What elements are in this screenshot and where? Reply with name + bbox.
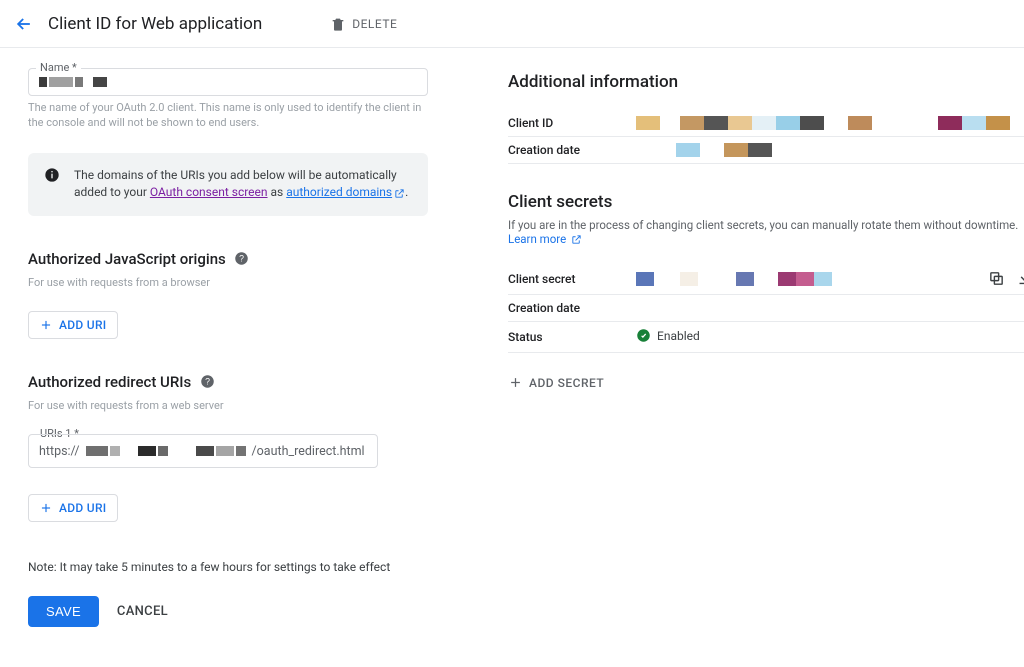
- settings-delay-note: Note: It may take 5 minutes to a few hou…: [28, 560, 428, 574]
- name-field-wrap: Name *: [28, 68, 428, 96]
- redacted-client-secret: [636, 272, 988, 286]
- secrets-desc-text: If you are in the process of changing cl…: [508, 218, 1018, 232]
- js-origins-heading: Authorized JavaScript origins: [28, 250, 226, 268]
- client-secret-row: Client secret: [508, 264, 1024, 295]
- uri1-prefix: https://: [39, 444, 80, 459]
- svg-text:?: ?: [239, 254, 244, 264]
- help-icon[interactable]: ?: [199, 374, 215, 390]
- redirect-uris-heading: Authorized redirect URIs: [28, 373, 191, 391]
- info-icon: [44, 167, 60, 202]
- svg-text:?: ?: [205, 377, 210, 387]
- add-js-uri-label: ADD URI: [59, 318, 107, 332]
- uri1-input[interactable]: https:// /oauth_redirect.html: [28, 434, 378, 468]
- delete-label: DELETE: [352, 17, 397, 31]
- save-button[interactable]: SAVE: [28, 596, 99, 627]
- client-secret-label: Client secret: [508, 272, 636, 286]
- redacted-name-value: [39, 77, 107, 87]
- secret-creation-date-row: Creation date: [508, 295, 1024, 322]
- client-secrets-desc: If you are in the process of changing cl…: [508, 218, 1024, 246]
- add-secret-button[interactable]: ADD SECRET: [508, 375, 604, 390]
- uri1-field-wrap: URIs 1 * https:// /oauth_redirect.html: [28, 434, 378, 468]
- creation-date-label: Creation date: [508, 143, 636, 157]
- uri1-suffix: /oauth_redirect.html: [252, 444, 365, 459]
- add-redirect-uri-label: ADD URI: [59, 501, 107, 515]
- add-js-uri-button[interactable]: ADD URI: [28, 311, 118, 339]
- add-secret-label: ADD SECRET: [529, 376, 604, 390]
- plus-icon: [39, 501, 53, 515]
- redacted-creation-date: [636, 143, 1024, 157]
- help-icon[interactable]: ?: [234, 251, 250, 267]
- redirect-uris-heading-row: Authorized redirect URIs ?: [28, 373, 428, 391]
- name-field-label: Name *: [36, 61, 81, 74]
- notice-text-suffix: .: [405, 185, 408, 199]
- name-helper-text: The name of your OAuth 2.0 client. This …: [28, 100, 428, 131]
- creation-date-row: Creation date: [508, 137, 1024, 164]
- status-row: Status Enabled: [508, 322, 1024, 353]
- client-secrets-heading: Client secrets: [508, 192, 1024, 212]
- secret-creation-date-label: Creation date: [508, 301, 636, 315]
- back-arrow-icon[interactable]: [12, 12, 36, 36]
- client-id-row: Client ID: [508, 110, 1024, 137]
- status-value: Enabled: [657, 329, 700, 343]
- check-circle-icon: [636, 328, 651, 343]
- client-id-label: Client ID: [508, 116, 636, 130]
- status-label: Status: [508, 330, 636, 344]
- js-origins-heading-row: Authorized JavaScript origins ?: [28, 250, 428, 268]
- cancel-button[interactable]: CANCEL: [117, 604, 168, 619]
- redacted-client-id: [636, 116, 1024, 130]
- redacted-uri-host: [86, 446, 246, 456]
- plus-icon: [508, 375, 523, 390]
- authorized-domains-link[interactable]: authorized domains: [286, 185, 392, 199]
- additional-info-heading: Additional information: [508, 72, 1024, 92]
- plus-icon: [39, 318, 53, 332]
- trash-icon: [330, 16, 346, 32]
- page-header: Client ID for Web application DELETE: [0, 0, 1024, 48]
- redirect-uris-subtext: For use with requests from a web server: [28, 399, 428, 412]
- external-link-icon: [571, 234, 582, 245]
- external-link-icon: [394, 188, 405, 199]
- notice-text-mid: as: [271, 185, 287, 199]
- oauth-consent-link[interactable]: OAuth consent screen: [150, 185, 268, 199]
- name-input[interactable]: [28, 68, 428, 96]
- js-origins-subtext: For use with requests from a browser: [28, 276, 428, 289]
- download-icon[interactable]: [1016, 270, 1024, 288]
- page-title: Client ID for Web application: [48, 14, 262, 34]
- domains-notice: The domains of the URIs you add below wi…: [28, 153, 428, 216]
- add-redirect-uri-button[interactable]: ADD URI: [28, 494, 118, 522]
- learn-more-link[interactable]: Learn more: [508, 232, 566, 246]
- delete-button[interactable]: DELETE: [322, 10, 405, 38]
- copy-icon[interactable]: [988, 270, 1006, 288]
